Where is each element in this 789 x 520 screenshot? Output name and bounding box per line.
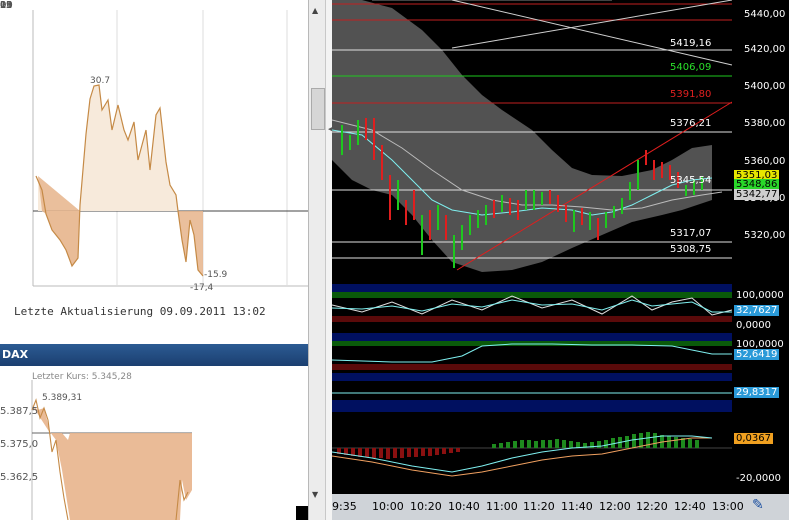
level-label: 5419,16 xyxy=(670,38,712,49)
macd-value: 0,0367 xyxy=(734,433,773,444)
stoch-value: 32,7627 xyxy=(734,305,780,316)
line3-value: 29,8317 xyxy=(734,387,780,398)
dax-y-tick: 5.387,5 xyxy=(0,406,39,417)
time-tick: 10:40 xyxy=(448,500,480,513)
price-tick: 5320,00 xyxy=(744,230,786,241)
dax-y-tick: 5.362,5 xyxy=(0,472,39,483)
price-tick: 5440,00 xyxy=(744,9,786,20)
price-tick: 5420,00 xyxy=(744,44,786,55)
dax-title: DAX xyxy=(2,348,29,361)
time-tick: 9:35 xyxy=(332,500,357,513)
draw-tool-icon[interactable]: ✎ xyxy=(752,497,764,513)
vertical-scrollbar[interactable]: ▲ ▼ xyxy=(308,0,326,520)
scroll-down-icon[interactable]: ▼ xyxy=(312,490,318,499)
price-tick: 5380,00 xyxy=(744,118,786,129)
time-tick: 11:00 xyxy=(486,500,518,513)
scroll-up-icon[interactable]: ▲ xyxy=(312,6,318,15)
left-panel: 0 0 0 0 10 20 09 11 13 15 30.7 -15.9 -17… xyxy=(0,0,308,520)
time-tick: 11:40 xyxy=(561,500,593,513)
last-update-text: Letzte Aktualisierung 09.09.2011 13:02 xyxy=(14,305,266,318)
price-tick: 5400,00 xyxy=(744,81,786,92)
time-tick: 12:20 xyxy=(636,500,668,513)
dax-y-tick: 5.375,0 xyxy=(0,439,39,450)
stoch-bottom: 0,0000 xyxy=(736,320,771,331)
negative-area-left xyxy=(38,176,80,266)
level-label: 5317,07 xyxy=(670,228,712,239)
main-chart-svg xyxy=(332,0,789,520)
price-tag: 5342,77 xyxy=(734,189,780,200)
dax-header: DAX xyxy=(0,344,308,366)
low-annotation: -15.9 xyxy=(204,270,228,280)
time-tick: 12:40 xyxy=(674,500,706,513)
time-tick: 11:20 xyxy=(523,500,555,513)
level-label: 5406,09 xyxy=(670,62,712,73)
level-label: 5345,54 xyxy=(670,175,712,186)
level-label: 5308,75 xyxy=(670,244,712,255)
low-annotation-2: -17,4 xyxy=(190,283,214,293)
level-label: 5376,21 xyxy=(670,118,712,129)
time-tick: 12:00 xyxy=(599,500,631,513)
level-label: 5391,80 xyxy=(670,89,712,100)
dax-high-label: 5.389,31 xyxy=(42,393,83,403)
time-tick: 13:00 xyxy=(712,500,744,513)
main-chart: 5440,00 5420,00 5400,00 5380,00 5360,00 … xyxy=(332,0,789,520)
intraday-chart xyxy=(32,10,308,287)
scroll-thumb[interactable] xyxy=(311,88,325,130)
high-annotation: 30.7 xyxy=(90,76,111,86)
rsi-value: 52,6419 xyxy=(734,349,780,360)
x-tick: 15 xyxy=(0,0,13,11)
time-tick: 10:20 xyxy=(410,500,442,513)
stoch-top: 100,0000 xyxy=(736,290,784,301)
time-tick: 10:00 xyxy=(372,500,404,513)
macd-bottom: -20,0000 xyxy=(736,473,781,484)
price-tick: 5360,00 xyxy=(744,156,786,167)
resize-corner xyxy=(296,506,308,520)
